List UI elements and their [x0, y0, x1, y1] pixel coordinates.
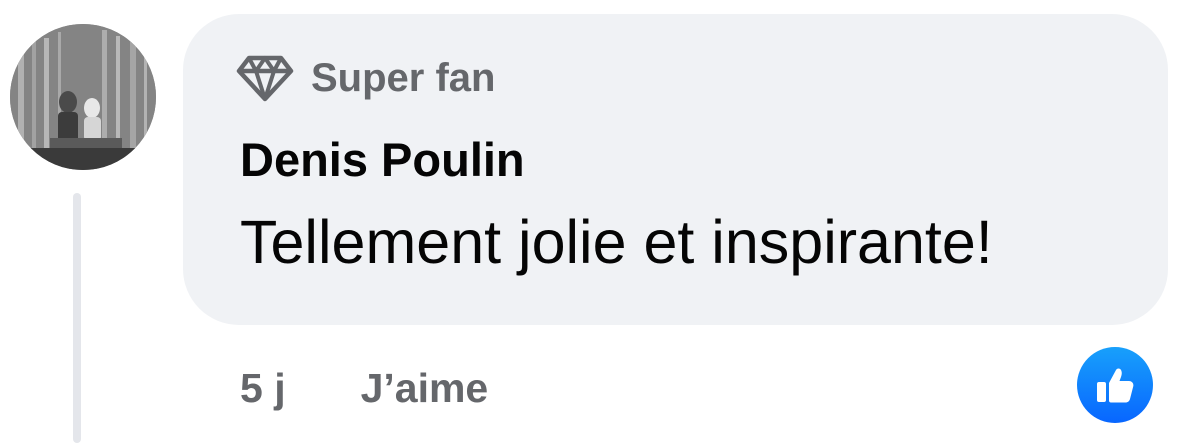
reaction-count-button[interactable]: [1074, 344, 1156, 426]
diamond-icon: [236, 53, 294, 103]
badge-label: Super fan: [311, 56, 496, 100]
reaction-badge: [1077, 347, 1153, 423]
like-button[interactable]: J’aime: [361, 365, 489, 412]
timestamp-link[interactable]: 5 j: [240, 365, 286, 412]
fan-badge[interactable]: Super fan: [236, 52, 495, 104]
commenter-avatar[interactable]: [10, 24, 156, 170]
author-name[interactable]: Denis Poulin: [240, 134, 525, 186]
thumbs-up-icon: [1097, 368, 1134, 403]
thread-line: [73, 193, 81, 443]
comment-text: Tellement jolie et inspirante!: [240, 208, 993, 276]
comment-actions: 5 j J’aime: [240, 362, 488, 414]
avatar-photo: [10, 24, 156, 170]
